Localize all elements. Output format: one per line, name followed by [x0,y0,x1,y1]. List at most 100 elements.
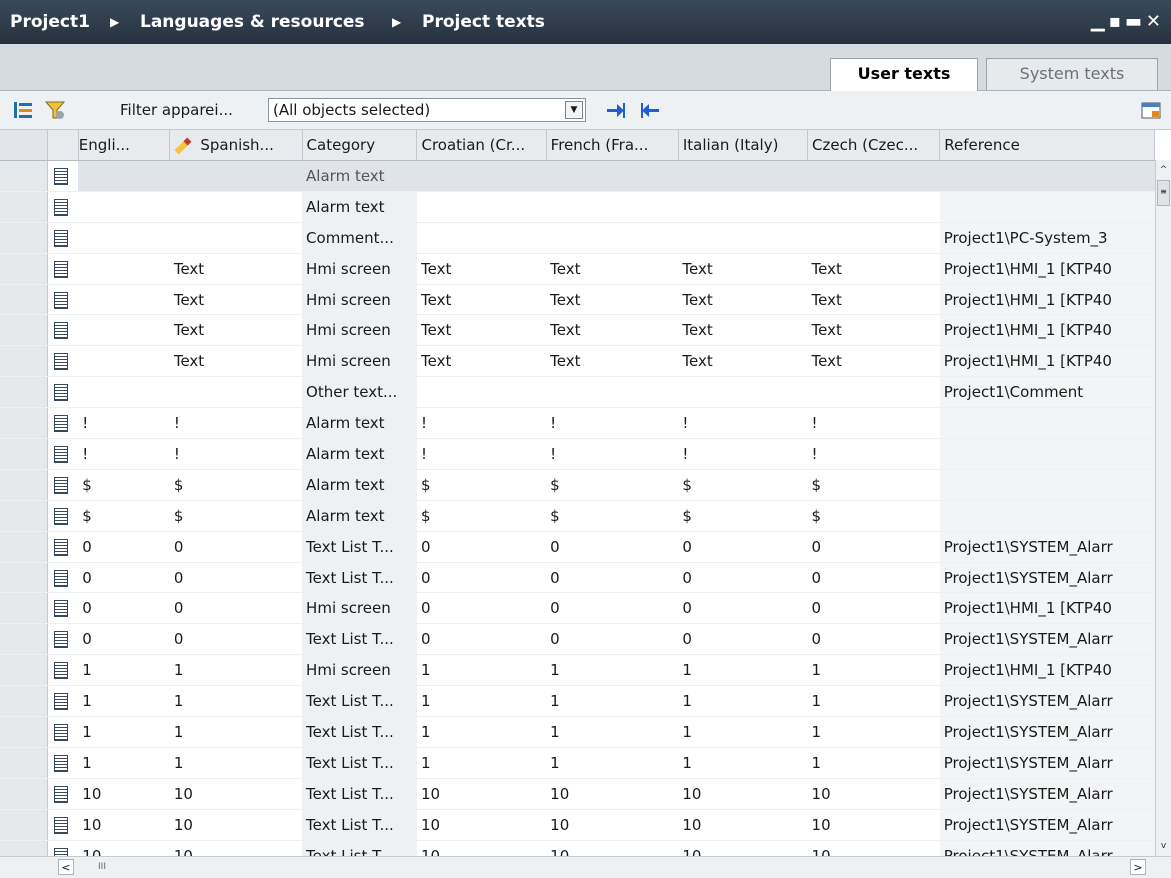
cell-category[interactable]: Hmi screen [302,592,417,625]
row-selector[interactable] [0,778,49,810]
cell-french[interactable]: 0 [546,592,679,625]
column-header-category[interactable]: Category [302,130,418,161]
cell-italian[interactable]: 1 [678,716,808,748]
row-selector[interactable] [0,407,49,440]
cell-french[interactable]: 1 [546,685,679,718]
table-row[interactable]: 0 0 Text List T... 0 0 0 0 Project1\SYSTEM_Alar… [0,623,1155,656]
row-selector[interactable] [0,345,49,378]
cell-italian[interactable] [678,376,808,409]
cell-czech[interactable]: 1 [807,654,940,687]
cell-spanish[interactable]: ! [169,407,303,440]
cell-czech[interactable]: 1 [807,747,940,779]
cell-reference[interactable] [939,407,1155,440]
row-selector[interactable] [0,716,49,748]
cell-spanish[interactable] [169,160,303,192]
scroll-left-icon[interactable]: < [58,859,74,875]
cell-reference[interactable]: Project1\SYSTEM_Alarr [939,716,1155,748]
cell-french[interactable]: 10 [546,778,679,810]
cell-category[interactable]: Alarm text [302,438,417,470]
table-row[interactable]: 1 1 Text List T... 1 1 1 1 Project1\SYSTEM_Alar… [0,747,1155,779]
horizontal-scrollbar[interactable]: < III > [0,856,1171,878]
cell-reference[interactable]: Project1\SYSTEM_Alarr [939,685,1155,718]
cell-french[interactable]: Text [546,253,679,285]
cell-italian[interactable]: Text [678,284,808,316]
cell-reference[interactable]: Project1\SYSTEM_Alarr [939,778,1155,810]
table-row[interactable]: 10 10 Text List T... 10 10 10 10 Project1\SYSTE… [0,809,1155,841]
cell-croatian[interactable]: 0 [416,592,547,625]
table-row[interactable]: !! Alarm text!!!! [0,407,1155,440]
table-row[interactable]: 10 10 Text List T... 10 10 10 10 Project1\SYSTE… [0,778,1155,810]
table-row[interactable]: Comment... Project1\PC-System_3 [0,222,1155,254]
cell-reference[interactable] [939,469,1155,501]
cell-czech[interactable] [807,160,940,192]
cell-italian[interactable]: 10 [678,840,808,856]
table-row[interactable]: $ $ Alarm text $ $ $ $ [0,469,1155,501]
cell-croatian[interactable] [416,376,547,409]
table-row[interactable]: Text Hmi screen Text Text Text Text Project1\H… [0,314,1155,347]
row-selector[interactable] [0,592,49,625]
row-selector[interactable] [0,191,49,223]
cell-czech[interactable]: 0 [807,531,940,563]
cell-czech[interactable]: Text [807,253,940,285]
cell-italian[interactable]: $ [678,469,808,501]
cell-category[interactable]: Text List T... [302,562,417,594]
table-row[interactable]: Text Hmi screen Text Text Text Text Project1\H… [0,284,1155,316]
cell-reference[interactable]: Project1\PC-System_3 [939,222,1155,254]
cell-french[interactable]: 0 [546,562,679,594]
cell-czech[interactable]: 0 [807,562,940,594]
cell-italian[interactable]: 1 [678,654,808,687]
cell-spanish[interactable]: $ [169,500,303,532]
row-selector[interactable] [0,809,49,841]
cell-category[interactable]: Text List T... [302,747,417,779]
cell-italian[interactable]: $ [678,500,808,532]
row-selector[interactable] [0,222,49,254]
cell-czech[interactable] [807,376,940,409]
table-row[interactable]: !! Alarm text!!!! [0,438,1155,470]
cell-spanish[interactable]: 1 [169,747,303,779]
cell-reference[interactable]: Project1\SYSTEM_Alarr [939,531,1155,563]
row-selector[interactable] [0,160,49,192]
cell-czech[interactable]: ! [807,438,940,470]
cell-italian[interactable] [678,222,808,254]
cell-italian[interactable]: 0 [678,562,808,594]
cell-spanish[interactable]: 1 [169,654,303,687]
cell-category[interactable]: Text List T... [302,685,417,718]
cell-french[interactable]: $ [546,469,679,501]
cell-french[interactable]: 1 [546,747,679,779]
column-header-czech[interactable]: Czech (Czec... [807,130,941,161]
cell-italian[interactable]: 1 [678,685,808,718]
row-selector[interactable] [0,654,49,687]
cell-french[interactable]: $ [546,500,679,532]
cell-spanish[interactable]: 0 [169,592,303,625]
cell-croatian[interactable]: ! [416,438,547,470]
cell-french[interactable] [546,376,679,409]
export-icon[interactable] [1140,99,1162,121]
cell-english[interactable]: $ [78,469,170,501]
cell-spanish[interactable]: 10 [169,840,303,856]
cell-category[interactable]: Comment... [302,222,417,254]
cell-spanish[interactable]: 1 [169,716,303,748]
cell-category[interactable]: Alarm text [302,160,417,192]
tab-user-texts[interactable]: User texts [830,58,978,91]
scroll-down-icon[interactable]: v [1156,838,1171,854]
cell-czech[interactable]: 0 [807,592,940,625]
cell-croatian[interactable]: 1 [416,747,547,779]
column-header-spanish[interactable]: Spanish... [169,130,303,161]
cell-czech[interactable] [807,191,940,223]
cell-spanish[interactable]: Text [169,284,303,316]
cell-italian[interactable]: Text [678,314,808,347]
cell-reference[interactable]: Project1\HMI_1 [KTP40 [939,654,1155,687]
tab-system-texts[interactable]: System texts [986,58,1158,90]
goto-previous-icon[interactable] [640,99,662,121]
cell-category[interactable]: Text List T... [302,840,417,856]
dropdown-arrow-icon[interactable]: ▼ [565,101,583,119]
cell-czech[interactable]: $ [807,500,940,532]
cell-croatian[interactable]: Text [416,345,547,378]
table-row[interactable]: Text Hmi screen Text Text Text Text Project1\H… [0,253,1155,285]
cell-category[interactable]: Text List T... [302,809,417,841]
cell-italian[interactable]: 0 [678,623,808,656]
column-header-reference[interactable]: Reference [939,130,1155,161]
cell-croatian[interactable]: $ [416,469,547,501]
cell-czech[interactable]: 10 [807,809,940,841]
cell-croatian[interactable] [416,222,547,254]
